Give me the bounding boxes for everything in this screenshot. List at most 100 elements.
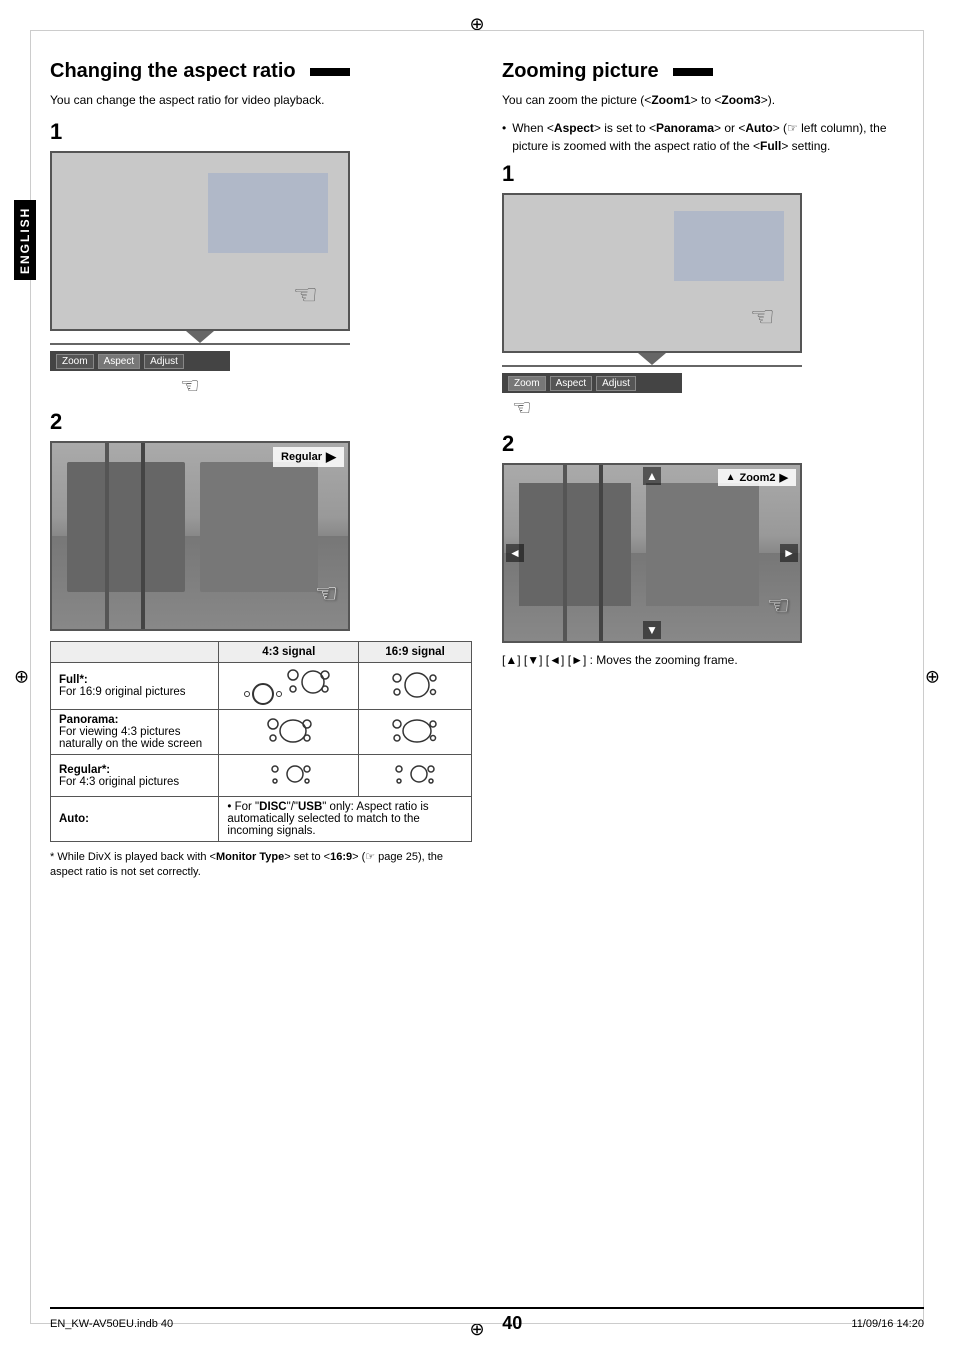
zoom-nav-down[interactable]: ▼ [643,621,661,639]
right-step2-zoom-screen: ▲ ▼ ◄ ► ▲ Zoom2 ▶ ☜ [502,463,802,643]
overlay-arrow: ▶ [326,449,336,465]
table-col1-header: 4:3 signal [219,642,359,663]
zoom-nav-up[interactable]: ▲ [643,467,661,485]
right-step2-number: 2 [502,431,924,457]
page-number: 40 [502,1313,522,1334]
row-regular-169 [359,755,472,797]
toolbar-hand-area: ☜ [50,373,472,399]
train-body2 [200,462,318,592]
toolbar-aspect-tab[interactable]: Aspect [98,354,141,369]
zoom-pole1 [563,465,567,641]
right-screen-connector [502,353,802,367]
aspect-svg-regular-169 [391,759,439,789]
toolbar-adjust-tab[interactable]: Adjust [144,354,184,369]
train-body [67,462,185,592]
table-row-auto: Auto: • For "DISC"/"USB" only: Aspect ra… [51,797,472,842]
screen-highlight [208,173,328,253]
zoom-overlay-label: Zoom2 [739,472,775,484]
zoom-step2-overlay: ▲ Zoom2 ▶ [718,469,796,486]
right-toolbar-aspect-tab[interactable]: Aspect [550,376,593,391]
bullet-text: When <Aspect> is set to <Panorama> or <A… [512,119,924,155]
zoom-pole2 [599,465,603,641]
left-step1-number: 1 [50,119,472,145]
screen-connector [50,331,350,345]
right-section-title: Zooming picture [502,60,924,83]
table-row-full: Full*:For 16:9 original pictures [51,663,472,710]
zoom-hand-cursor: ☜ [767,590,790,621]
right-title-text: Zooming picture [502,60,659,83]
toolbar-hand-cursor: ☜ [180,373,200,398]
row-full-169 [359,663,472,710]
aspect-svg-panorama-43 [265,716,313,746]
aspect-table: 4:3 signal 16:9 signal Full*:For 16:9 or… [50,641,472,842]
bullet-dot: • [502,119,506,155]
right-step1-screen-box: ☜ [502,193,802,353]
pole2 [141,443,145,629]
reg-mark-right: ⊕ [925,667,940,688]
zoom-nav-left[interactable]: ◄ [506,544,524,562]
aspect-svg-full-169 [391,670,439,700]
date-info-right: 11/09/16 14:20 [851,1318,924,1330]
connector-line [50,343,350,345]
row-auto-desc: • For "DISC"/"USB" only: Aspect ratio is… [219,797,472,842]
aspect-svg-full-43 [285,667,333,697]
right-connector-line [502,365,802,367]
row-regular-label: Regular*:For 4:3 original pictures [51,755,219,797]
aspect-icon-full-43 [244,683,282,705]
right-toolbar-adjust-tab[interactable]: Adjust [596,376,636,391]
right-toolbar: Zoom Aspect Adjust [502,373,682,393]
border-top [30,30,924,31]
left-column: Changing the aspect ratio You can change… [50,60,472,881]
left-section-desc: You can change the aspect ratio for vide… [50,91,472,109]
right-step1-number: 1 [502,161,924,187]
aspect-svg-regular-43 [265,759,313,789]
right-toolbar-hand-area: ☜ [502,395,924,421]
right-connector-tri [638,353,666,365]
zoom-up-arrow-small: ▲ [726,472,736,483]
step2-overlay: Regular ▶ [273,447,344,467]
circle [244,691,250,697]
overlay-label: Regular [281,451,322,463]
right-step1-screen: ☜ [502,193,924,367]
table-row-panorama: Panorama:For viewing 4:3 pictures natura… [51,710,472,755]
left-section-title: Changing the aspect ratio [50,60,472,83]
circle-big [252,683,274,705]
row-auto-label: Auto: [51,797,219,842]
english-sidebar-label: ENGLISH [14,200,36,280]
hand-icon-step1: ☜ [293,278,318,311]
row-panorama-169 [359,710,472,755]
connector-triangle [186,331,214,343]
left-toolbar: Zoom Aspect Adjust [50,351,230,371]
left-footnote: * While DivX is played back with <Monito… [50,850,472,881]
step2-hand-cursor: ☜ [315,578,338,609]
left-title-text: Changing the aspect ratio [50,60,296,83]
right-desc: You can zoom the picture (<Zoom1> to <Zo… [502,91,924,109]
right-screen-highlight [674,211,784,281]
right-toolbar-zoom-tab[interactable]: Zoom [508,376,546,391]
row-panorama-43 [219,710,359,755]
row-full-label: Full*:For 16:9 original pictures [51,663,219,710]
zoom-overlay-arrow: ▶ [780,471,788,484]
zoom-train-scene [504,465,800,641]
pole1 [105,443,109,629]
right-bullet-item: • When <Aspect> is set to <Panorama> or … [502,119,924,155]
row-panorama-label: Panorama:For viewing 4:3 pictures natura… [51,710,219,755]
train-scene-bg [52,443,348,629]
zoom-nav-right[interactable]: ► [780,544,798,562]
right-hand-step1: ☜ [750,300,775,333]
left-step2-number: 2 [50,409,472,435]
left-step2-screen: Regular ▶ ☜ [50,441,350,631]
zoom-move-desc: [▲] [▼] [◄] [►] : Moves the zooming fram… [502,651,924,669]
aspect-svg-panorama-169 [391,716,439,746]
row-regular-43 [219,755,359,797]
zoom-train1 [519,483,631,606]
right-column: Zooming picture You can zoom the picture… [502,60,924,881]
right-toolbar-hand: ☜ [512,395,532,420]
row-full-43 [219,663,359,710]
reg-mark-left: ⊕ [14,667,29,688]
right-title-bar [673,68,713,76]
reg-mark-top: ⊕ [469,14,484,35]
zoom-train2 [646,483,758,606]
left-step1-screen: ☜ [50,151,472,345]
toolbar-zoom-tab[interactable]: Zoom [56,354,94,369]
